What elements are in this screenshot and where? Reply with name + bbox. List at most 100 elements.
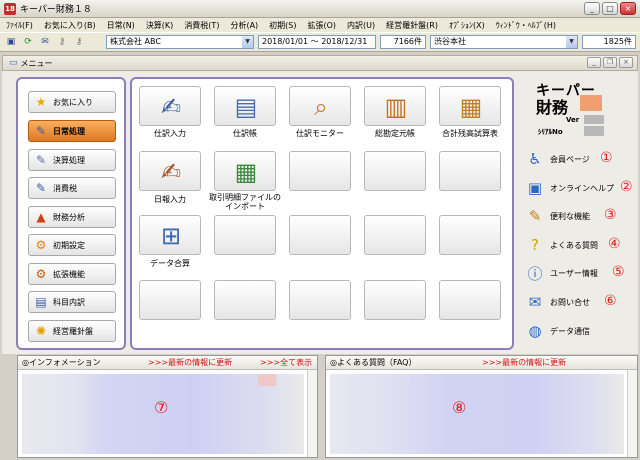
nav-daily[interactable]: ✎ 日常処理 (28, 120, 116, 142)
info-highlight-mosaic (258, 374, 276, 386)
chevron-down-icon[interactable]: ▼ (242, 36, 253, 48)
close-button[interactable]: × (620, 2, 636, 15)
link-contact[interactable]: ✉ お問い合せ (524, 291, 590, 313)
maximize-button[interactable]: □ (602, 2, 618, 15)
link-user-info[interactable]: ⓘ ユーザー情報 (524, 262, 597, 284)
tools-icon: ✎ (528, 207, 542, 225)
menu-settlement[interactable]: 決算(K) (146, 20, 174, 31)
nav-breakdown[interactable]: ▤ 科目内訳 (28, 291, 116, 313)
annotation-4: ④ (608, 236, 621, 252)
nav-label: 財務分析 (53, 212, 85, 222)
tile-monitor[interactable]: ⌕ (289, 86, 351, 126)
info-scrollbar[interactable] (307, 370, 317, 457)
tile-empty (214, 215, 276, 255)
annotation-2: ② (620, 179, 633, 195)
nav-label: 拡張機能 (53, 269, 85, 279)
tile-journal-book[interactable]: ▤ (214, 86, 276, 126)
tile-label: データ合算 (150, 259, 190, 268)
data-merge-icon: ⊞ (160, 222, 182, 250)
tile-journal-entry[interactable]: ✍ (139, 86, 201, 126)
annotation-8: ⑧ (452, 398, 467, 417)
annotation-6: ⑥ (604, 293, 617, 309)
function-grid: ✍ ▤ ⌕ ▥ ▦ 仕訳入力 仕訳帳 仕訳モニター 総勘定元帳 合計残高試算表 … (130, 77, 514, 350)
journal-entry-icon: ✍ (160, 93, 182, 121)
tile-daily-report[interactable]: ✍ (139, 151, 201, 191)
faq-update-link[interactable]: >>>最新の情報に更新 (482, 357, 566, 368)
link-useful-features[interactable]: ✎ 便利な機能 (524, 205, 590, 227)
company-select[interactable]: 株式会社 ABC ▼ (106, 35, 254, 49)
nav-analysis[interactable]: ▲ 財務分析 (28, 206, 116, 228)
link-member-page[interactable]: ♿ 会員ページ (524, 148, 590, 170)
menu-extension[interactable]: 拡張(O) (308, 20, 337, 31)
menu-initial[interactable]: 初期(S) (269, 20, 296, 31)
brand-version-mosaic (580, 95, 602, 111)
tile-trial-balance[interactable]: ▦ (439, 86, 501, 126)
nav-initial[interactable]: ⚙ 初期設定 (28, 234, 116, 256)
link-label: お問い合せ (550, 297, 590, 307)
key-icon[interactable]: ⚷ (55, 35, 69, 49)
globe-icon: ◍ (528, 322, 542, 340)
tile-label: インポート (225, 202, 265, 211)
menu-daily[interactable]: 日常(N) (107, 20, 135, 31)
menu-compass[interactable]: 経営羅針盤(R) (386, 20, 438, 31)
child-close-button[interactable]: × (619, 57, 633, 68)
menu-bar: ﾌｧｲﾙ(F) お気に入り(B) 日常(N) 決算(K) 消費税(T) 分析(A… (0, 18, 640, 32)
period-field[interactable]: 2018/01/01 ～ 2018/12/31 (258, 35, 376, 49)
menu-options[interactable]: ｵﾌﾟｼｮﾝ(X) (449, 20, 485, 31)
nav-label: 日常処理 (53, 126, 85, 136)
tile-empty (289, 280, 351, 320)
general-ledger-icon: ▥ (384, 93, 408, 121)
annotation-5: ⑤ (612, 264, 625, 280)
tile-empty (364, 151, 426, 191)
menu-window-help[interactable]: ｳｨﾝﾄﾞｳ・ﾍﾙﾌﾟ(H) (496, 20, 556, 31)
ledger-icon: ▤ (35, 295, 47, 309)
branch-value: 渋谷本社 (434, 37, 466, 46)
settlement-icon: ✎ (35, 153, 47, 167)
link-online-help[interactable]: ▣ オンラインヘルプ (524, 177, 614, 199)
tile-general-ledger[interactable]: ▥ (364, 86, 426, 126)
faq-scrollbar[interactable] (627, 370, 637, 457)
compass-icon: ✺ (35, 324, 47, 338)
nav-favorites[interactable]: ★ お気に入り (28, 91, 116, 113)
tile-import[interactable]: ▦ (214, 151, 276, 191)
refresh-icon[interactable]: ⟳ (21, 35, 35, 49)
serial-label: ｼﾘｱﾙNo (538, 128, 563, 136)
lock-icon[interactable]: ⚷ (72, 35, 86, 49)
count2-field: 1825件 (582, 35, 636, 49)
menu-analysis[interactable]: 分析(A) (230, 20, 258, 31)
tile-empty (439, 215, 501, 255)
daily-report-icon: ✍ (160, 158, 182, 186)
chevron-down-icon[interactable]: ▼ (566, 36, 577, 48)
help-icon: ▣ (527, 179, 543, 197)
faq-title: ◎よくある質問（FAQ） (330, 358, 417, 367)
info-show-all-link[interactable]: >>>全て表示 (260, 357, 312, 368)
tile-data-merge[interactable]: ⊞ (139, 215, 201, 255)
nav-tax[interactable]: ✎ 消費税 (28, 177, 116, 199)
annotation-7: ⑦ (154, 398, 169, 417)
menu-window-titlebar: ▭ メニュー _ ❐ × (2, 55, 638, 71)
link-data-comm[interactable]: ◍ データ通信 (524, 320, 590, 342)
minimize-button[interactable]: _ (584, 2, 600, 15)
info-update-link[interactable]: >>>最新の情報に更新 (148, 357, 232, 368)
save-icon[interactable]: ▣ (4, 35, 18, 49)
tile-label: 合計残高試算表 (442, 129, 498, 138)
menu-tax[interactable]: 消費税(T) (184, 20, 219, 31)
count1-field: 7166件 (380, 35, 426, 49)
link-faq[interactable]: ? よくある質問 (524, 234, 598, 256)
star-icon: ★ (35, 95, 47, 109)
mail-icon[interactable]: ✉ (38, 35, 52, 49)
menu-favorites[interactable]: お気に入り(B) (44, 20, 96, 31)
child-minimize-button[interactable]: _ (587, 57, 601, 68)
menu-file[interactable]: ﾌｧｲﾙ(F) (6, 20, 33, 31)
branch-select[interactable]: 渋谷本社 ▼ (430, 35, 578, 49)
nav-extension[interactable]: ⚙ 拡張機能 (28, 263, 116, 285)
chart-icon: ▲ (36, 210, 46, 224)
child-restore-button[interactable]: ❐ (603, 57, 617, 68)
nav-compass[interactable]: ✺ 経営羅針盤 (28, 320, 116, 342)
tile-label: 取引明細ファイルの (209, 193, 281, 202)
tile-empty (364, 280, 426, 320)
member-icon: ♿ (528, 150, 542, 168)
faq-header: ◎よくある質問（FAQ） >>>最新の情報に更新 (326, 356, 637, 370)
menu-breakdown[interactable]: 内訳(U) (347, 20, 375, 31)
nav-settlement[interactable]: ✎ 決算処理 (28, 149, 116, 171)
